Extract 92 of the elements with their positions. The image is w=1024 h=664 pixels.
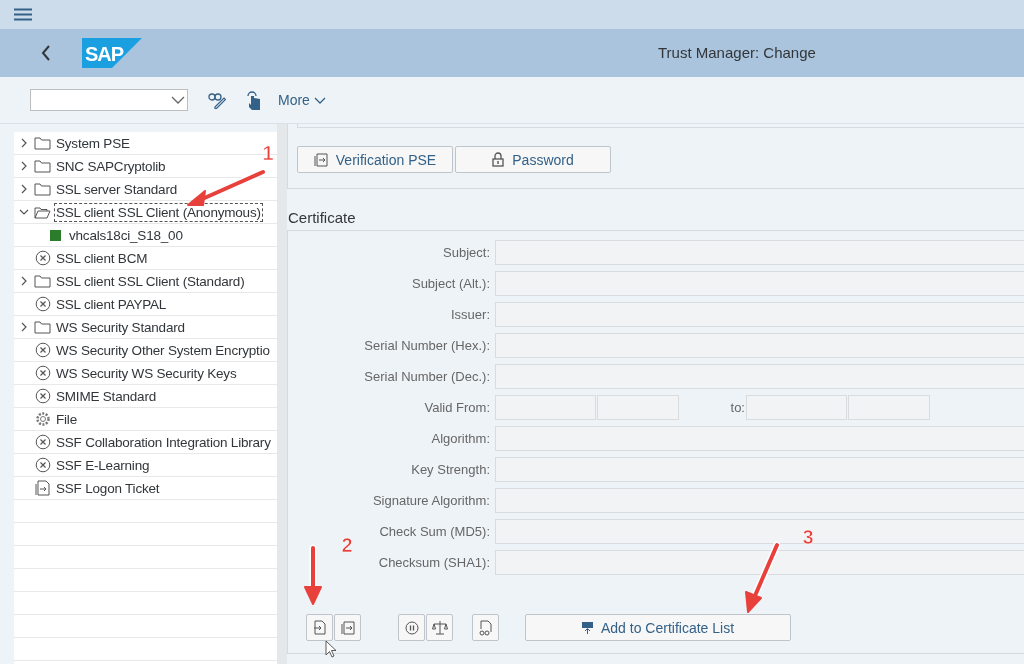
tree-item[interactable]: WS Security Other System Encryptio bbox=[55, 341, 271, 359]
field-label: Subject (Alt.): bbox=[410, 276, 491, 291]
folder-icon bbox=[34, 136, 51, 150]
callout-arrow bbox=[304, 544, 322, 605]
document-glasses-icon-button[interactable] bbox=[472, 614, 499, 641]
field-label: Checksum (SHA1): bbox=[377, 555, 491, 570]
dropdown-field[interactable] bbox=[30, 89, 188, 111]
input-field[interactable] bbox=[495, 240, 1024, 265]
more-menu[interactable]: More bbox=[278, 92, 326, 108]
input-field[interactable] bbox=[495, 333, 1024, 358]
cross-circle-icon bbox=[34, 365, 51, 381]
tree-item[interactable]: SNC SAPCryptolib bbox=[55, 157, 167, 175]
tree-item[interactable]: SSL client BCM bbox=[55, 249, 149, 267]
tree-item[interactable]: WS Security WS Security Keys bbox=[55, 364, 238, 382]
chevron-down-icon[interactable] bbox=[18, 207, 30, 217]
lock-icon bbox=[492, 152, 505, 167]
scales-icon-button[interactable] bbox=[426, 614, 453, 641]
gear-icon bbox=[34, 411, 51, 427]
section-title: Certificate bbox=[288, 209, 357, 226]
mouse-cursor-icon bbox=[325, 640, 337, 658]
callout-arrow bbox=[745, 541, 781, 613]
folder-icon bbox=[34, 159, 51, 173]
glasses-pencil-icon[interactable] bbox=[208, 91, 226, 109]
cross-circle-icon bbox=[34, 388, 51, 404]
certificate-list-icon bbox=[581, 621, 593, 634]
tree-item[interactable]: SSF Logon Ticket bbox=[55, 479, 161, 497]
folder-icon bbox=[34, 274, 51, 288]
pause-icon-button[interactable] bbox=[398, 614, 425, 641]
callout-number: 3 bbox=[802, 526, 814, 548]
tree-item[interactable]: SSF E-Learning bbox=[55, 456, 151, 474]
tree-item[interactable]: SSL server Standard bbox=[55, 180, 179, 198]
window-title: Trust Manager: Change bbox=[658, 44, 816, 61]
input-field[interactable] bbox=[495, 364, 1024, 389]
field-label: Algorithm: bbox=[430, 431, 491, 446]
cross-circle-icon bbox=[34, 342, 51, 358]
scales-icon bbox=[431, 619, 448, 636]
input-field[interactable] bbox=[848, 395, 930, 420]
pause-icon bbox=[404, 620, 419, 635]
folder-icon bbox=[34, 320, 51, 334]
menu-icon[interactable] bbox=[14, 8, 32, 21]
input-field[interactable] bbox=[746, 395, 847, 420]
field-label: Issuer: bbox=[450, 307, 491, 322]
export-icon-button[interactable] bbox=[334, 614, 361, 641]
callout-number: 1 bbox=[262, 142, 274, 164]
field-label: Check Sum (MD5): bbox=[378, 524, 491, 539]
field-label: Subject: bbox=[442, 245, 491, 260]
tree-item[interactable]: File bbox=[55, 410, 78, 428]
document-arrow-icon bbox=[34, 480, 51, 496]
export-icon bbox=[340, 620, 355, 635]
cross-circle-icon bbox=[34, 250, 51, 266]
field-label: Signature Algorithm: bbox=[371, 493, 491, 508]
tree-item[interactable]: SSF Collaboration Integration Library bbox=[55, 433, 272, 451]
input-field[interactable] bbox=[495, 302, 1024, 327]
input-field[interactable] bbox=[495, 519, 1024, 544]
input-field[interactable] bbox=[495, 395, 596, 420]
import-icon-button[interactable] bbox=[306, 614, 333, 641]
field-label: Key Strength: bbox=[410, 462, 491, 477]
chevron-down-icon bbox=[313, 96, 326, 104]
tree-item[interactable]: SMIME Standard bbox=[55, 387, 157, 405]
input-field[interactable] bbox=[495, 426, 1024, 451]
cross-circle-icon bbox=[34, 457, 51, 473]
import-icon bbox=[312, 620, 327, 635]
tree-item[interactable]: System PSE bbox=[55, 134, 131, 152]
document-arrow-icon bbox=[313, 152, 328, 167]
back-icon[interactable] bbox=[40, 44, 52, 62]
callout-number: 2 bbox=[341, 534, 353, 556]
folder-icon bbox=[34, 205, 51, 219]
cross-circle-icon bbox=[34, 296, 51, 312]
cross-circle-icon bbox=[34, 434, 51, 450]
tree-item[interactable]: SSL client PAYPAL bbox=[55, 295, 168, 313]
chevron-down-icon bbox=[171, 96, 185, 104]
hand-pointer-icon[interactable] bbox=[246, 90, 262, 110]
document-glasses-icon bbox=[478, 619, 493, 636]
input-field[interactable] bbox=[495, 550, 1024, 575]
tree-item[interactable]: vhcals18ci_S18_00 bbox=[68, 226, 184, 244]
field-label: Serial Number (Dec.): bbox=[363, 369, 491, 384]
tree-item[interactable]: WS Security Standard bbox=[55, 318, 186, 336]
tree-item[interactable]: SSL client SSL Client (Standard) bbox=[55, 272, 246, 290]
input-field[interactable] bbox=[597, 395, 679, 420]
field-label: Valid From: bbox=[423, 400, 491, 415]
pse-button[interactable]: Verification PSE bbox=[297, 146, 453, 173]
folder-icon bbox=[34, 182, 51, 196]
tree-item[interactable]: SSL client SSL Client (Anonymous) bbox=[55, 203, 262, 221]
pse-button[interactable]: Password bbox=[455, 146, 611, 173]
logo: SAP bbox=[82, 38, 142, 68]
input-field[interactable] bbox=[495, 457, 1024, 482]
field-label: Serial Number (Hex.): bbox=[363, 338, 491, 353]
field-label: to: bbox=[729, 400, 746, 415]
input-field[interactable] bbox=[495, 271, 1024, 296]
square-icon bbox=[50, 229, 61, 241]
input-field[interactable] bbox=[495, 488, 1024, 513]
add-to-list-button[interactable]: Add to Certificate List bbox=[525, 614, 791, 641]
